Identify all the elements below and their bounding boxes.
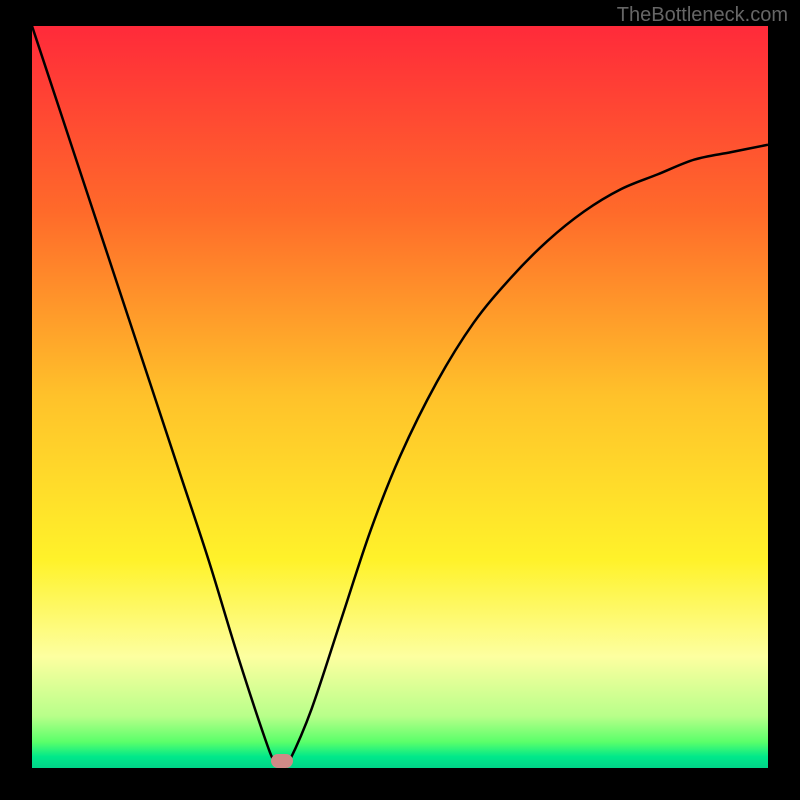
optimal-point-marker	[271, 754, 293, 768]
chart-plot-area	[32, 26, 768, 768]
chart-curve	[32, 26, 768, 768]
watermark-text: TheBottleneck.com	[617, 4, 788, 27]
